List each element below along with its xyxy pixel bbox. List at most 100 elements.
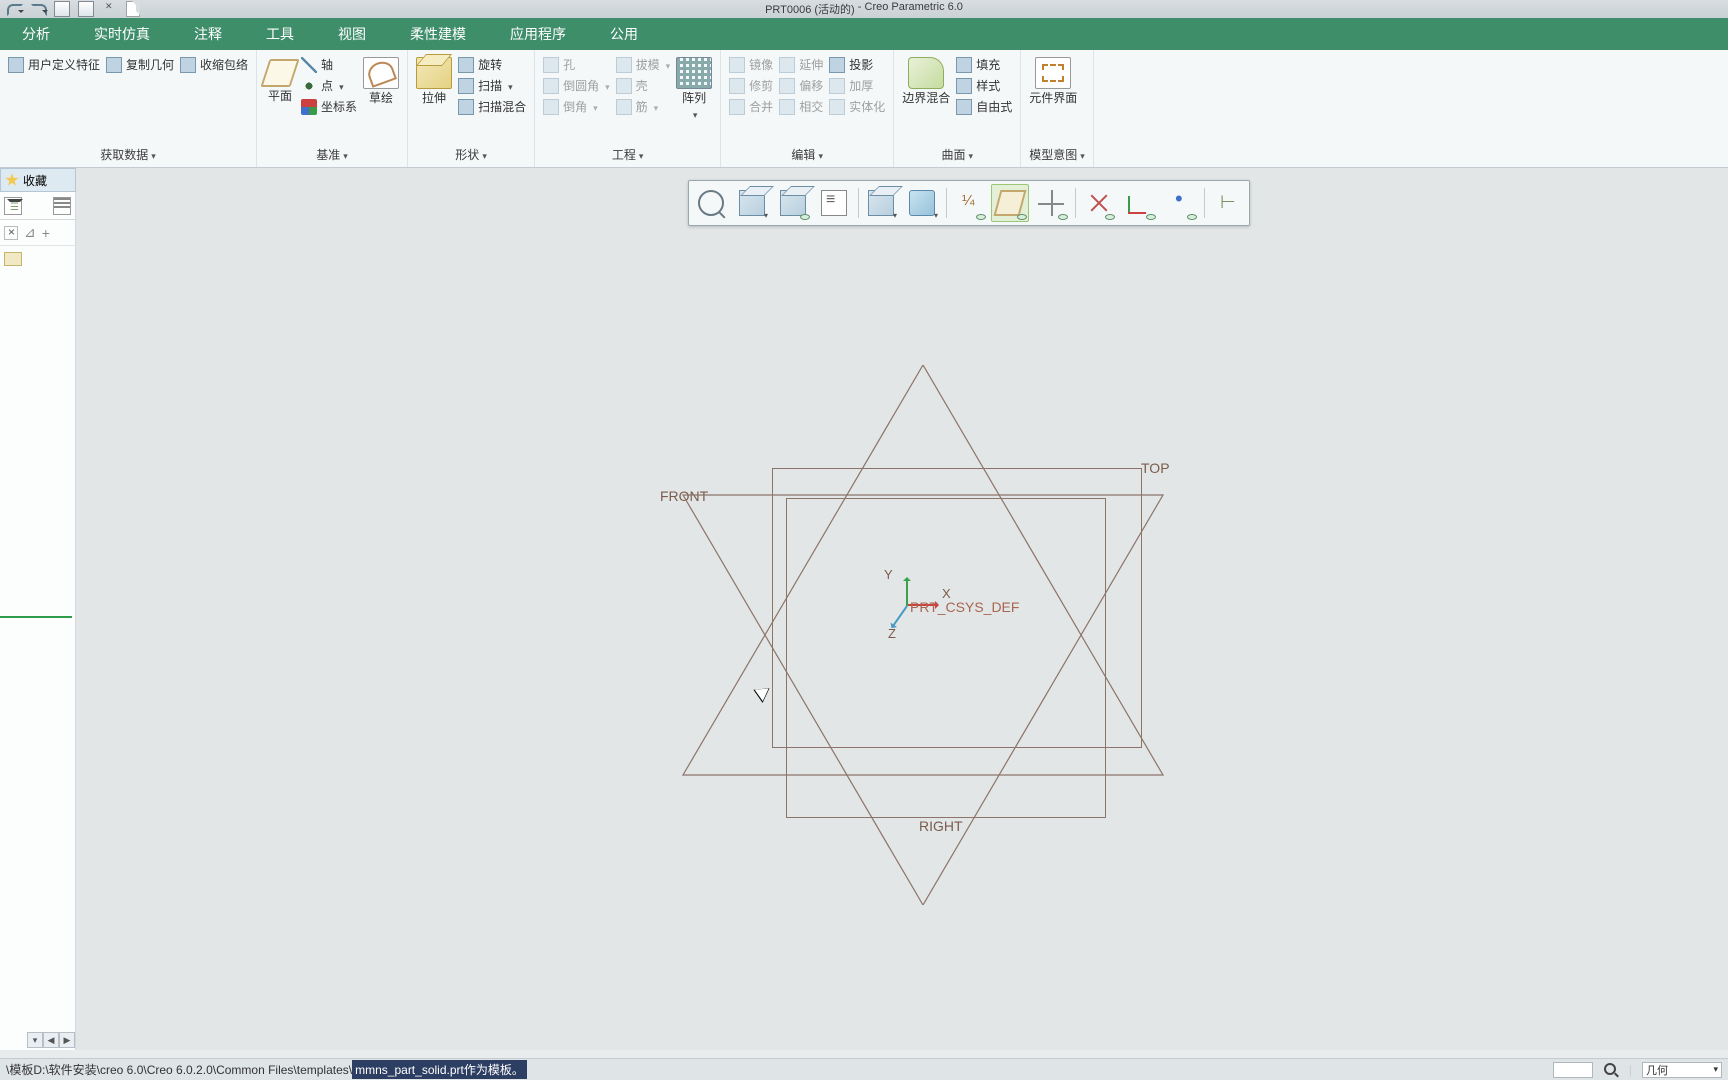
ribbon-cmd-pattern[interactable]: 阵列	[676, 54, 712, 122]
regen-button[interactable]	[54, 1, 70, 17]
panel-scroll-buttons: ▾ ◀ ▶	[0, 1032, 75, 1050]
toolbar-model-tree-button[interactable]	[1208, 184, 1246, 222]
graphics-toolbar: ▾▾▾	[688, 180, 1250, 226]
ribbon-cmd[interactable]: 轴	[301, 54, 357, 75]
chamfer-icon	[543, 99, 559, 115]
panel-toolbar	[0, 192, 75, 220]
group-label[interactable]: 工程	[543, 144, 712, 167]
find-icon[interactable]	[1603, 1062, 1619, 1078]
toolbar-csys-disp-button[interactable]	[1120, 184, 1158, 222]
ribbon-cmd-extrude[interactable]: 拉伸	[416, 54, 452, 107]
ribbon-tabs: 分析 实时仿真 注释 工具 视图 柔性建模 应用程序 公用	[0, 18, 1728, 50]
ribbon-cmd[interactable]: 投影	[829, 54, 885, 75]
ribbon-cmd[interactable]: 旋转	[458, 54, 526, 75]
tab-simulation[interactable]: 实时仿真	[72, 18, 172, 50]
favorites-label: 收藏	[23, 172, 47, 189]
ribbon-cmd-bblend[interactable]: 边界混合	[902, 54, 950, 107]
ribbon-cmd[interactable]: 收缩包络	[180, 54, 248, 75]
ribbon-cmd: 拔模	[616, 54, 671, 75]
group-label[interactable]: 曲面	[902, 144, 1012, 167]
toolbar-view-manager-button[interactable]	[774, 184, 812, 222]
undo-button[interactable]	[6, 1, 22, 17]
new-button[interactable]	[126, 1, 140, 17]
close-window-button[interactable]	[102, 1, 118, 17]
datum-plane-right[interactable]	[653, 365, 1193, 905]
favorites-panel-header[interactable]: 收藏	[0, 168, 76, 192]
find-input[interactable]	[1553, 1062, 1593, 1078]
toolbar-plane-disp-button[interactable]	[991, 184, 1029, 222]
selection-filter[interactable]: 几何▾	[1642, 1062, 1722, 1078]
eye-icon	[1187, 214, 1197, 220]
toolbar-disp-style-button[interactable]: ▾	[862, 184, 900, 222]
disp-style-icon	[868, 190, 894, 216]
ribbon-cmd[interactable]: 扫描	[458, 75, 526, 96]
add-tab-button[interactable]: +	[42, 225, 50, 241]
group-label[interactable]: 基准	[265, 144, 399, 167]
windows-button[interactable]	[78, 1, 94, 17]
tab-view[interactable]: 视图	[316, 18, 388, 50]
group-label[interactable]: 模型意图	[1029, 144, 1085, 167]
toolbar-pt-disp-button[interactable]	[1161, 184, 1199, 222]
scroll-right-button[interactable]: ▶	[59, 1032, 75, 1048]
graphics-viewport[interactable]: ▾▾▾ TOP FRONT RIGHT Y X Z PRT_CSYS_DEF	[76, 168, 1728, 1050]
ribbon-group: 拉伸旋转扫描扫描混合形状	[408, 50, 535, 167]
tree-filter-button[interactable]	[53, 197, 71, 215]
scroll-prev-button[interactable]: ▾	[27, 1032, 43, 1048]
rev-icon	[458, 57, 474, 73]
ribbon-cmd-plane[interactable]: 平面	[265, 54, 295, 105]
toolbar-disp-style2-button[interactable]: ▾	[903, 184, 941, 222]
sweep-icon	[458, 78, 474, 94]
panel-menu-button[interactable]	[4, 197, 22, 215]
ribbon-column: 孔倒圆角倒角	[543, 54, 610, 117]
fill-icon	[956, 57, 972, 73]
ribbon: 用户定义特征复制几何收缩包络获取数据平面轴点坐标系草绘基准拉伸旋转扫描扫描混合形…	[0, 50, 1728, 168]
model-tree-panel: ⊿ + ▾ ◀ ▶	[0, 192, 76, 1050]
group-label[interactable]: 编辑	[729, 144, 885, 167]
hole-icon	[543, 57, 559, 73]
toolbar-layers-button[interactable]	[815, 184, 853, 222]
view-manager-icon	[780, 190, 806, 216]
ribbon-cmd-sketch[interactable]: 草绘	[363, 54, 399, 107]
ribbon-cmd[interactable]: 自由式	[956, 96, 1012, 117]
tab-common[interactable]: 公用	[588, 18, 660, 50]
group-label[interactable]: 获取数据	[8, 144, 248, 167]
toolbar-annot-disp-button[interactable]	[950, 184, 988, 222]
extrude-icon	[416, 57, 452, 89]
eye-icon	[976, 214, 986, 220]
ribbon-cmd: 实体化	[829, 96, 885, 117]
redo-button[interactable]	[30, 1, 46, 17]
group-label[interactable]: 形状	[416, 144, 526, 167]
toolbar-axis-disp-button[interactable]	[1032, 184, 1070, 222]
plane-disp-icon	[994, 190, 1027, 216]
ribbon-cmd[interactable]: 复制几何	[106, 54, 174, 75]
toolbar-point-disp-button[interactable]	[1079, 184, 1117, 222]
ribbon-cmd[interactable]: 样式	[956, 75, 1012, 96]
pin-tab-button[interactable]: ⊿	[24, 224, 36, 241]
refit-icon	[698, 190, 724, 216]
ribbon-cmd[interactable]: 坐标系	[301, 96, 357, 117]
tab-analysis[interactable]: 分析	[0, 18, 72, 50]
ribbon-cmd[interactable]: 点	[301, 75, 357, 96]
tab-apps[interactable]: 应用程序	[488, 18, 588, 50]
eye-icon	[800, 214, 810, 220]
style-icon	[956, 78, 972, 94]
tab-annotate[interactable]: 注释	[172, 18, 244, 50]
compui-icon	[1035, 57, 1071, 89]
ribbon-cmd[interactable]: 填充	[956, 54, 1012, 75]
solidify-icon	[829, 99, 845, 115]
toolbar-named-views-button[interactable]: ▾	[733, 184, 771, 222]
model-tree[interactable]	[0, 246, 75, 277]
annot-disp-icon	[956, 190, 982, 216]
ribbon-cmd[interactable]: 用户定义特征	[8, 54, 100, 75]
toolbar-refit-button[interactable]	[692, 184, 730, 222]
eye-icon	[1058, 214, 1068, 220]
freestyle-icon	[956, 99, 972, 115]
tab-tools[interactable]: 工具	[244, 18, 316, 50]
close-tab-button[interactable]	[4, 226, 18, 240]
ribbon-column: 轴点坐标系	[301, 54, 357, 117]
scroll-left-button[interactable]: ◀	[43, 1032, 59, 1048]
intersect-icon	[779, 99, 795, 115]
ribbon-cmd-compui[interactable]: 元件界面	[1029, 54, 1077, 107]
ribbon-cmd[interactable]: 扫描混合	[458, 96, 526, 117]
tab-flex[interactable]: 柔性建模	[388, 18, 488, 50]
